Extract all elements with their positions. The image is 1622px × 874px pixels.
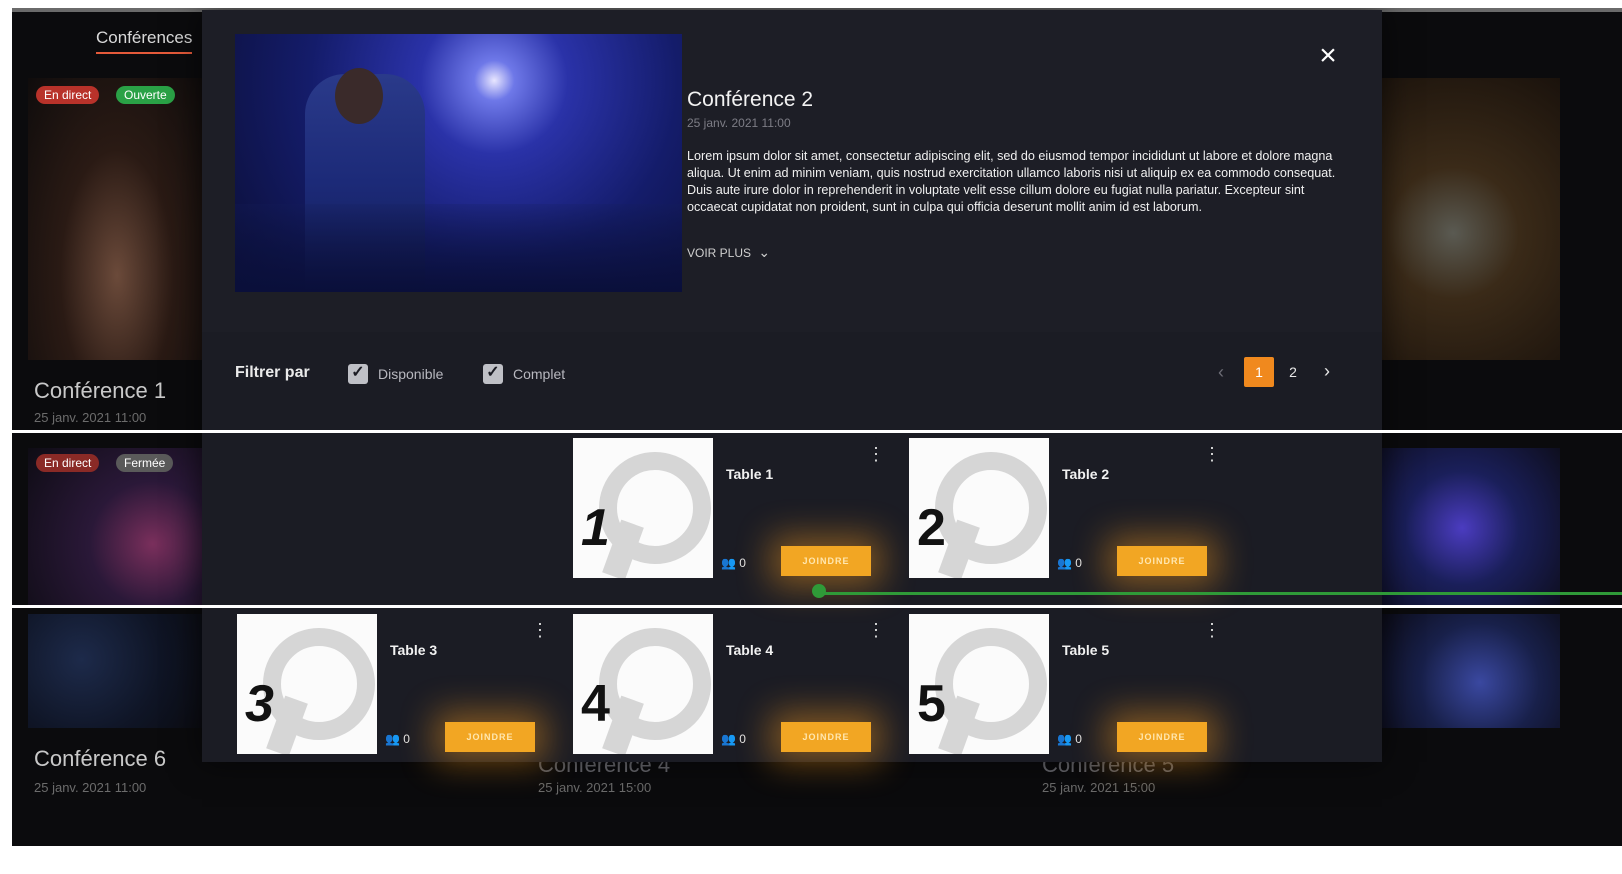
table-number: 2 <box>917 499 946 557</box>
bg-card-title: Conférence 6 <box>34 746 167 771</box>
occupancy-count: 👥 0 <box>385 732 410 746</box>
filter-label-complet: Complet <box>513 366 566 382</box>
table-thumbnail: 1 <box>573 438 713 578</box>
pagination-page-2[interactable]: 2 <box>1278 357 1308 387</box>
status-badge-closed: Fermée <box>116 454 174 472</box>
people-icon: 👥 <box>385 732 400 746</box>
occupancy-value: 0 <box>739 732 746 746</box>
table-number: 5 <box>917 675 946 733</box>
see-more-label: VOIR PLUS <box>687 246 752 260</box>
kebab-menu-icon[interactable]: ⋮ <box>531 620 549 641</box>
chevron-down-icon: ⌄ <box>758 244 771 260</box>
people-icon: 👥 <box>721 556 736 570</box>
join-button[interactable]: JOINDRE <box>445 722 535 752</box>
table-thumbnail: 4 <box>573 614 713 754</box>
see-more-link[interactable]: VOIR PLUS ⌄ <box>687 244 770 261</box>
table-name: Table 1 <box>726 466 774 482</box>
check-icon: ✓ <box>351 364 365 381</box>
join-button[interactable]: JOINDRE <box>1117 546 1207 576</box>
status-badge-open: Ouverte <box>116 86 175 104</box>
filter-checkbox-disponible[interactable]: ✓ <box>348 364 368 384</box>
people-icon: 👥 <box>1057 556 1072 570</box>
table-number: 3 <box>245 675 274 733</box>
filter-label: Filtrer par <box>235 364 310 381</box>
table-card[interactable]: 3 Table 3 ⋮ 👥 0 JOINDRE <box>237 614 549 754</box>
speaker-head <box>335 68 383 124</box>
close-button[interactable]: × <box>1310 38 1346 74</box>
check-icon: ✓ <box>486 364 500 381</box>
bg-card-date: 25 janv. 2021 15:00 <box>538 780 652 795</box>
join-button[interactable]: JOINDRE <box>781 722 871 752</box>
audience-figure <box>235 204 682 292</box>
status-badge-live: En direct <box>36 86 100 104</box>
conference-hero-image <box>235 34 682 292</box>
bg-card-image[interactable] <box>28 448 206 608</box>
table-name: Table 4 <box>726 642 774 658</box>
app-screen: Conférences En direct Ouverte Conférence… <box>12 8 1622 846</box>
modal-title: Conférence 2 <box>687 88 814 111</box>
pagination-page-1[interactable]: 1 <box>1244 357 1274 387</box>
row-divider <box>12 430 1622 433</box>
table-card[interactable]: 4 Table 4 ⋮ 👥 0 JOINDRE <box>573 614 885 754</box>
bg-card-image[interactable] <box>1382 614 1560 728</box>
pagination-next-button[interactable]: › <box>1324 361 1330 382</box>
kebab-menu-icon[interactable]: ⋮ <box>1203 444 1221 465</box>
kebab-menu-icon[interactable]: ⋮ <box>867 444 885 465</box>
pagination-prev-button[interactable]: ‹ <box>1218 362 1224 383</box>
table-name: Table 2 <box>1062 466 1110 482</box>
occupancy-value: 0 <box>739 556 746 570</box>
modal-description: Lorem ipsum dolor sit amet, consectetur … <box>687 149 1336 214</box>
filter-checkbox-complet[interactable]: ✓ <box>483 364 503 384</box>
table-name: Table 5 <box>1062 642 1110 658</box>
bg-card-image[interactable] <box>28 78 206 360</box>
close-icon: × <box>1319 39 1337 72</box>
bg-card-image[interactable] <box>28 614 206 728</box>
table-name: Table 3 <box>390 642 438 658</box>
occupancy-value: 0 <box>1075 556 1082 570</box>
table-thumbnail: 2 <box>909 438 1049 578</box>
occupancy-count: 👥 0 <box>1057 556 1082 570</box>
conference-modal: Conférence 2 25 janv. 2021 11:00 Lorem i… <box>202 10 1382 762</box>
occupancy-count: 👥 0 <box>721 556 746 570</box>
bg-card-image[interactable] <box>1382 448 1560 608</box>
join-button[interactable]: JOINDRE <box>1117 722 1207 752</box>
nav-tab-conferences[interactable]: Conférences <box>96 28 193 54</box>
bg-card-image[interactable] <box>1382 78 1560 360</box>
bg-card-date: 25 janv. 2021 15:00 <box>1042 780 1156 795</box>
row-divider <box>12 605 1622 608</box>
table-number: 4 <box>581 675 610 733</box>
people-icon: 👥 <box>721 732 736 746</box>
occupancy-count: 👥 0 <box>721 732 746 746</box>
table-thumbnail: 5 <box>909 614 1049 754</box>
occupancy-value: 0 <box>1075 732 1082 746</box>
table-card[interactable]: 1 Table 1 ⋮ 👥 0 JOINDRE <box>573 438 885 578</box>
kebab-menu-icon[interactable]: ⋮ <box>867 620 885 641</box>
status-badge-live: En direct <box>36 454 100 472</box>
modal-date: 25 janv. 2021 11:00 <box>687 116 791 130</box>
people-icon: 👥 <box>1057 732 1072 746</box>
filter-label-disponible: Disponible <box>378 366 444 382</box>
join-button[interactable]: JOINDRE <box>781 546 871 576</box>
table-number: 1 <box>581 499 610 557</box>
scroll-handle[interactable] <box>812 584 826 598</box>
kebab-menu-icon[interactable]: ⋮ <box>1203 620 1221 641</box>
occupancy-count: 👥 0 <box>1057 732 1082 746</box>
table-card[interactable]: 2 Table 2 ⋮ 👥 0 JOINDRE <box>909 438 1221 578</box>
bg-card-date: 25 janv. 2021 11:00 <box>34 780 147 795</box>
bg-card-date: 25 janv. 2021 11:00 <box>34 410 147 425</box>
scroll-track-line <box>818 592 1622 595</box>
table-thumbnail: 3 <box>237 614 377 754</box>
occupancy-value: 0 <box>403 732 410 746</box>
table-card[interactable]: 5 Table 5 ⋮ 👥 0 JOINDRE <box>909 614 1221 754</box>
bg-card-title: Conférence 1 <box>34 378 167 403</box>
